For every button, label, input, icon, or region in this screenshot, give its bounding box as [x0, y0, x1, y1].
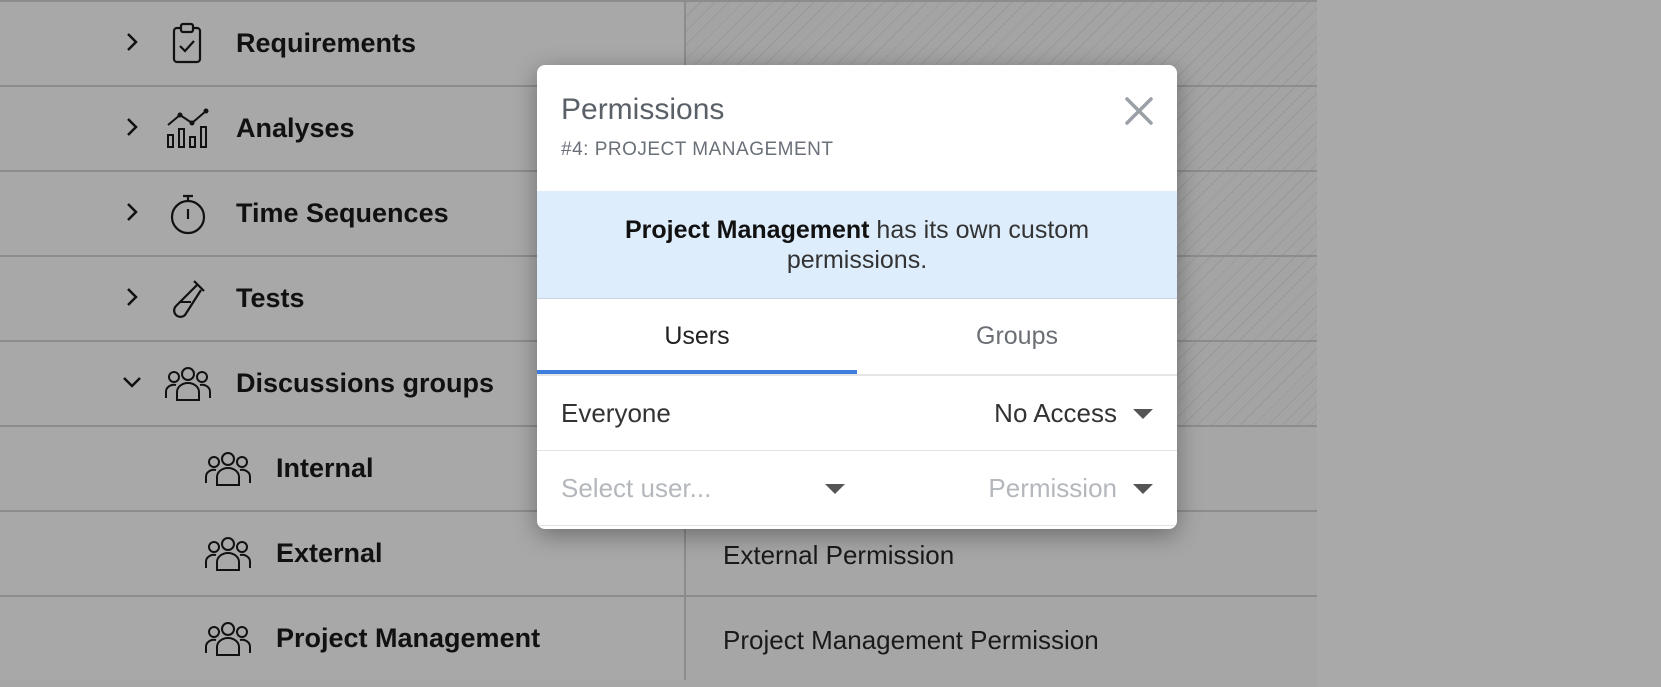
- dialog-subtitle: #4: PROJECT MANAGEMENT: [561, 139, 834, 160]
- permission-select[interactable]: Permission: [988, 473, 1117, 504]
- tree-row-left: Project Management: [0, 597, 686, 680]
- people-icon: [205, 452, 251, 486]
- tree-row-label: Time Sequences: [236, 198, 449, 228]
- people-icon: [205, 622, 251, 656]
- tree-row-permission-cell: Project Management Permission: [686, 597, 1317, 680]
- tree-row-permission: Project Management Permission: [723, 625, 1099, 655]
- tab-groups[interactable]: Groups: [857, 300, 1177, 372]
- tree-row-label: Tests: [236, 283, 305, 313]
- permission-user-name: Everyone: [561, 398, 671, 428]
- permissions-dialog: Permissions #4: PROJECT MANAGEMENT Proje…: [537, 65, 1177, 529]
- permissions-tabs: Users Groups: [537, 300, 1177, 376]
- tree-row-label: Analyses: [236, 113, 355, 143]
- dialog-title: Permissions: [561, 93, 725, 126]
- people-icon: [205, 537, 251, 571]
- everyone-permission-select[interactable]: No Access: [994, 398, 1117, 429]
- tree-row-project-management[interactable]: Project Management Project Management Pe…: [0, 595, 1317, 680]
- tree-row-label: Discussions groups: [236, 368, 495, 398]
- tree-row-label: Requirements: [236, 28, 417, 58]
- caret-down-icon[interactable]: [825, 484, 845, 494]
- select-user-dropdown[interactable]: Select user...: [561, 473, 711, 504]
- custom-permissions-notice: Project Management has its own custom pe…: [537, 191, 1177, 299]
- dialog-header: Permissions #4: PROJECT MANAGEMENT: [537, 65, 1177, 192]
- chevron-right-icon[interactable]: [118, 198, 146, 226]
- chevron-down-icon[interactable]: [118, 368, 146, 396]
- chevron-right-icon[interactable]: [118, 28, 146, 56]
- tree-row-label: Internal: [276, 453, 374, 483]
- tree-row-permission: External Permission: [723, 540, 955, 570]
- permission-row-add-user: Select user... Permission: [537, 451, 1177, 526]
- tab-users[interactable]: Users: [537, 300, 857, 374]
- close-icon[interactable]: [1121, 93, 1157, 129]
- chart-analysis-icon: [167, 108, 209, 148]
- chevron-right-icon[interactable]: [118, 283, 146, 311]
- test-tube-icon: [173, 280, 205, 318]
- people-icon: [165, 367, 211, 401]
- chevron-right-icon[interactable]: [118, 113, 146, 141]
- clipboard-check-icon: [172, 22, 202, 64]
- caret-down-icon[interactable]: [1133, 409, 1153, 419]
- stopwatch-icon: [170, 194, 206, 235]
- tree-row-label: Project Management: [276, 623, 541, 653]
- tree-row-label: External: [276, 538, 383, 568]
- caret-down-icon[interactable]: [1133, 484, 1153, 494]
- permission-row-everyone: Everyone No Access: [537, 376, 1177, 451]
- notice-item-name: Project Management: [624, 216, 870, 244]
